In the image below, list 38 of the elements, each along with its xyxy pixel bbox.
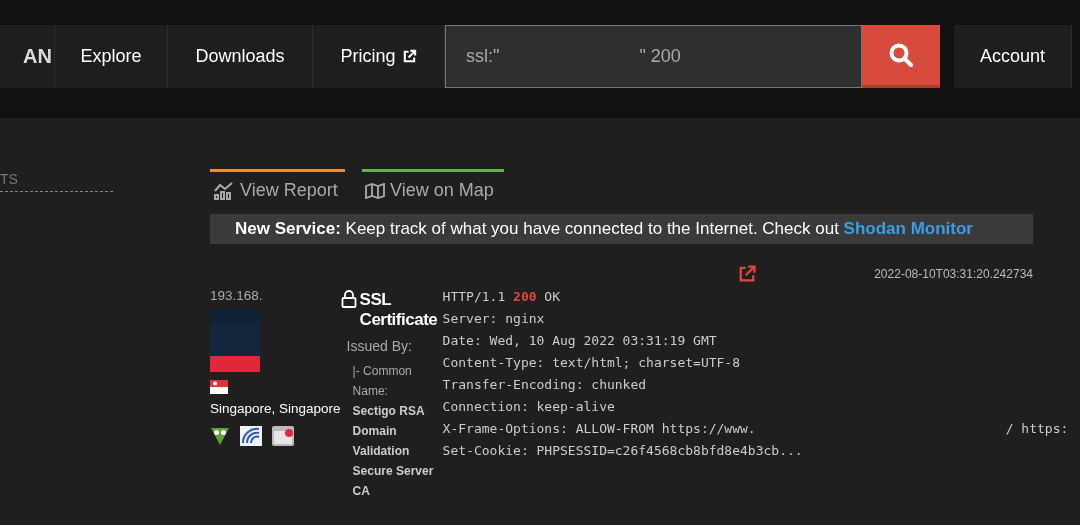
response-line: Date: Wed, 10 Aug 2022 03:31:19 GMT: [442, 332, 718, 350]
flag-icon: [210, 380, 228, 394]
response-line: Server: nginx: [442, 310, 546, 328]
search-button[interactable]: [862, 25, 940, 88]
lock-icon: [340, 290, 357, 308]
ip-address[interactable]: 193.168.: [210, 288, 341, 303]
response-line: Content-Type: text/html; charset=UTF-8: [442, 354, 742, 372]
certificate-title: SSL Certificate: [359, 290, 439, 330]
timestamp: 2022-08-10T03:31:20.242734: [874, 267, 1033, 281]
nav-link[interactable]: Pricing: [313, 25, 445, 88]
map-icon: [365, 182, 385, 199]
field-label: |- Common Name:: [352, 363, 413, 400]
external-link-icon: [401, 49, 417, 64]
owl-icon: [210, 426, 230, 446]
search-field[interactable]: ssl:" " 200: [445, 25, 862, 88]
account-link[interactable]: Account: [954, 25, 1072, 88]
issuer-name: Sectigo RSA Domain Validation Secure Server CA: [352, 403, 435, 500]
response-line: Connection: keep-alive: [442, 398, 616, 416]
response-line: Transfer-Encoding: chunked: [442, 376, 648, 394]
signal-waves-icon: [240, 426, 262, 446]
monitor-link[interactable]: Shodan Monitor: [843, 219, 973, 238]
browser-window-icon: [272, 426, 294, 446]
tab[interactable]: View Report: [210, 169, 345, 201]
response-line: Set-Cookie: PHPSESSID=c26f4568cb8bfd8e4b3cb...: [442, 442, 804, 460]
logo-text[interactable]: AN: [0, 25, 55, 88]
nav-link[interactable]: Explore: [55, 25, 168, 88]
nav-link[interactable]: Downloads: [168, 25, 313, 88]
response-line: X-Frame-Options: ALLOW-FROM https://www. / https:: [442, 420, 1069, 438]
external-link-icon[interactable]: [737, 264, 758, 284]
response-line: HTTP/1.1 200 OK: [442, 288, 562, 306]
announcement-banner: New Service: Keep track of what you have connected to the Internet. Check out Shodan Monitor: [210, 214, 1033, 244]
location-text: Singapore, Singapore: [210, 401, 341, 416]
issuer-label: Issued By:: [346, 338, 413, 354]
chart-icon: [213, 181, 235, 200]
search-icon: [888, 42, 914, 68]
sidebar-heading: TS: [0, 171, 18, 189]
tab[interactable]: View on Map: [362, 169, 504, 201]
redaction-block: [210, 309, 260, 372]
